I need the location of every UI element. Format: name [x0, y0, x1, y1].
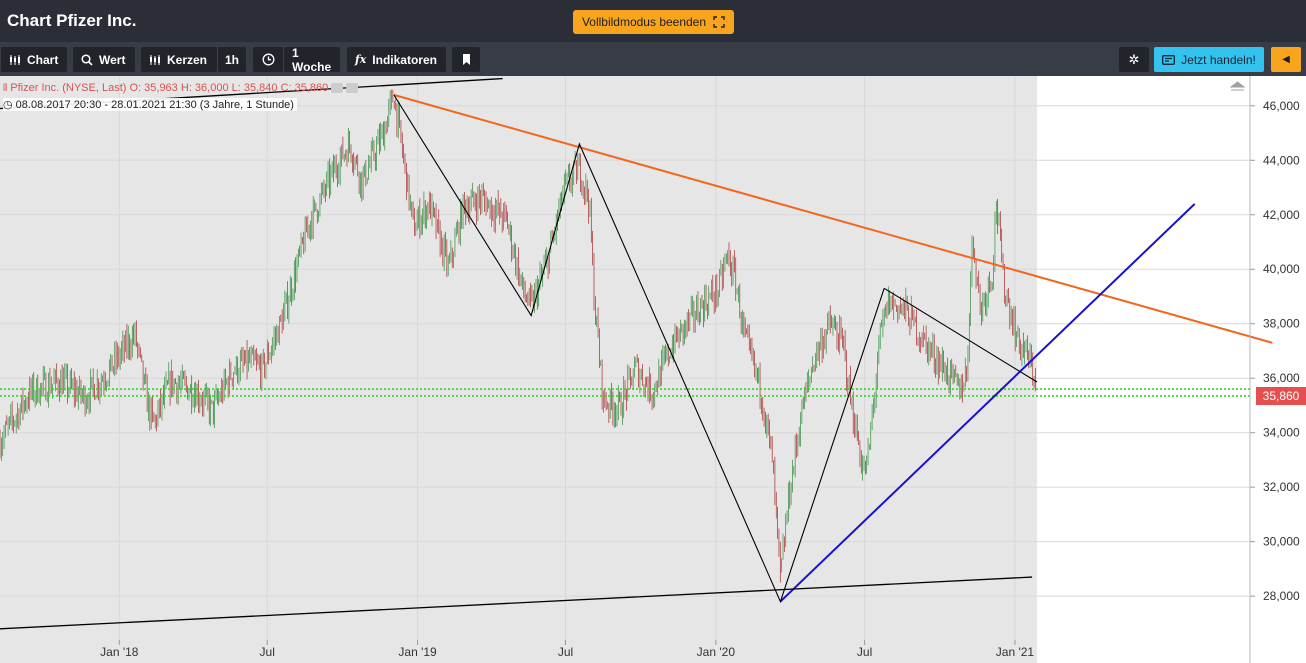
candles-button[interactable]: Kerzen	[141, 47, 217, 72]
candles-icon	[150, 54, 160, 65]
interval-button[interactable]: 1h	[217, 47, 246, 72]
y-tick-label: 38,000	[1263, 317, 1300, 331]
legend-high: H: 36,000	[180, 82, 229, 94]
legend-low: L: 35,840	[231, 82, 278, 94]
period-range: 08.08.2017 20:30 - 28.01.2021 21:30	[15, 99, 197, 111]
last-price-badge: 35,860	[1256, 387, 1306, 405]
y-tick-label: 34,000	[1263, 426, 1300, 440]
interval-label: 1h	[225, 52, 240, 67]
indicators-label: Indikatoren	[372, 52, 437, 67]
y-tick-label: 44,000	[1263, 153, 1300, 167]
search-value-label: Wert	[99, 52, 126, 67]
legend-close: C: 35,860	[280, 82, 329, 94]
y-tick-label: 28,000	[1263, 589, 1300, 603]
caret-left-icon: ◀	[1282, 54, 1290, 65]
chart-area[interactable]: 28,000 30,000 32,000 34,000 36,000 38,000 40,0…	[0, 76, 1306, 663]
trade-now-label: Jetzt handeln!	[1181, 52, 1256, 67]
series-icon: ⫴	[3, 83, 8, 94]
clock-small-icon: ◷	[3, 99, 13, 111]
magic-tools-button[interactable]: ✲	[1119, 47, 1149, 72]
price-chart[interactable]: 28,000 30,000 32,000 34,000 36,000 38,000 40,0…	[0, 76, 1306, 663]
x-tick-label: Jan '20	[697, 645, 736, 659]
search-value-button[interactable]: Wert	[73, 47, 135, 72]
chart-legend: ⫴ Pfizer Inc. (NYSE, Last) O: 35,963 H: …	[3, 82, 359, 94]
chart-period: ◷ 08.08.2017 20:30 - 28.01.2021 21:30 (3…	[3, 98, 297, 111]
toolbar: Chart Wert Kerzen 1h 1 Woche fx Indikato…	[0, 42, 1306, 76]
chart-shaded-range	[0, 76, 1037, 663]
legend-series: Pfizer Inc. (NYSE, Last)	[10, 82, 127, 94]
exit-fullscreen-label: Vollbildmodus beenden	[581, 15, 707, 29]
trade-now-button[interactable]: Jetzt handeln!	[1154, 47, 1264, 72]
y-tick-label: 30,000	[1263, 535, 1300, 549]
function-icon: fx	[355, 53, 367, 66]
x-tick-label: Jan '21	[996, 645, 1035, 659]
scale-toggle-icon[interactable]	[1229, 81, 1246, 91]
candlestick-icon	[10, 54, 20, 65]
x-tick-label: Jul	[558, 645, 573, 659]
range-button[interactable]: 1 Woche	[283, 45, 340, 74]
y-tick-label: 46,000	[1263, 99, 1300, 113]
candles-label: Kerzen	[167, 52, 208, 67]
visibility-toggle-icon[interactable]	[331, 83, 344, 94]
legend-open: O: 35,963	[129, 82, 178, 94]
chart-type-button[interactable]: Chart	[1, 47, 67, 72]
page-title: Chart Pfizer Inc.	[7, 11, 137, 30]
exit-fullscreen-button[interactable]: Vollbildmodus beenden	[573, 10, 734, 34]
x-tick-label: Jan '18	[100, 645, 139, 659]
x-tick-label: Jul	[260, 645, 275, 659]
range-clock-button[interactable]	[253, 47, 283, 72]
y-tick-label: 36,000	[1263, 371, 1300, 385]
chart-type-label: Chart	[27, 52, 59, 67]
sparkle-icon: ✲	[1128, 51, 1140, 67]
ticket-icon	[1162, 54, 1176, 65]
bookmark-button[interactable]	[452, 47, 480, 72]
fullscreen-icon	[713, 16, 725, 28]
collapse-panel-button[interactable]: ◀	[1271, 47, 1301, 72]
title-bar: Chart Pfizer Inc. Vollbildmodus beenden	[0, 0, 1306, 42]
period-note: (3 Jahre, 1 Stunde)	[199, 99, 294, 111]
y-tick-label: 42,000	[1263, 208, 1300, 222]
clock-icon	[262, 53, 274, 66]
y-tick-label: 40,000	[1263, 262, 1300, 276]
y-tick-label: 32,000	[1263, 480, 1300, 494]
range-label: 1 Woche	[292, 45, 332, 74]
remove-series-icon[interactable]	[346, 83, 359, 94]
bookmark-icon	[462, 54, 470, 65]
x-tick-label: Jan '19	[398, 645, 437, 659]
indicators-button[interactable]: fx Indikatoren	[347, 47, 446, 72]
search-icon	[81, 53, 93, 66]
x-tick-label: Jul	[857, 645, 872, 659]
